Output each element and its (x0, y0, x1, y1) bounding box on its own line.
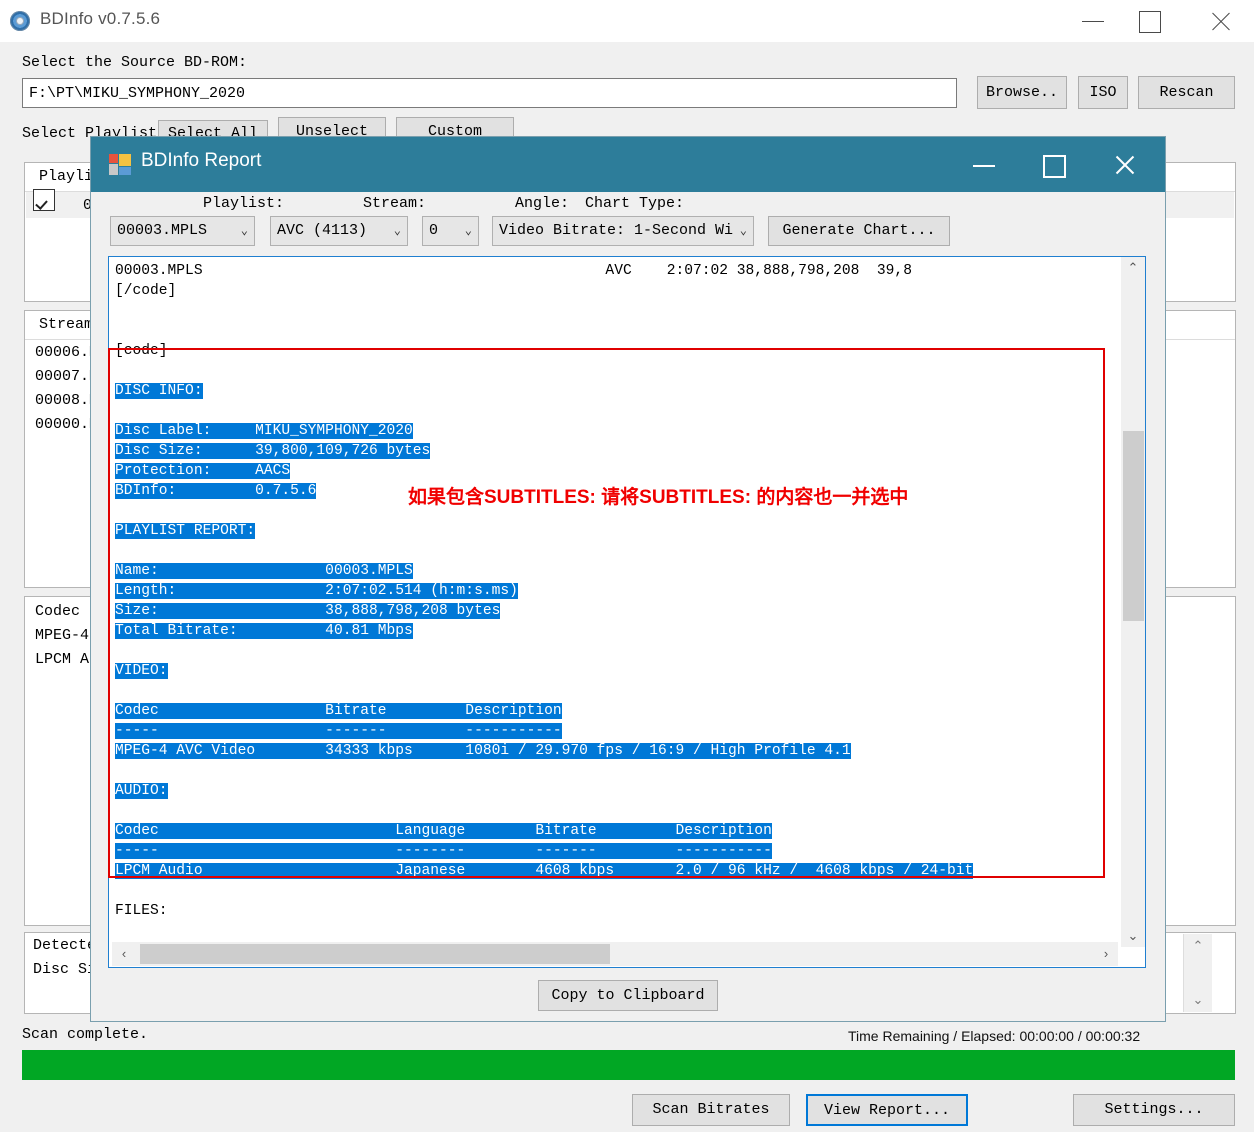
dialog-minimize-button[interactable] (949, 137, 1019, 192)
status-text: Scan complete. (22, 1026, 149, 1043)
chevron-down-icon[interactable]: ⌄ (1184, 991, 1212, 1009)
list-item[interactable]: 00006.M (35, 344, 98, 361)
dialog-maximize-button[interactable] (1019, 137, 1089, 192)
list-item[interactable]: MPEG-4 (35, 627, 89, 644)
list-item[interactable]: 00008.M (35, 392, 98, 409)
report-text-content: 00003.MPLS AVC 2:07:02 38,888,798,208 39… (115, 263, 974, 959)
list-item[interactable]: 00007.M (35, 368, 98, 385)
app-title: BDInfo v0.7.5.6 (40, 9, 161, 28)
chevron-right-icon[interactable]: › (1094, 942, 1118, 966)
progress-bar (22, 1050, 1235, 1080)
scrollbar-thumb[interactable] (140, 944, 610, 964)
chart-type-select-value: Video Bitrate: 1-Second Wi (499, 222, 734, 239)
stream-field-label: Stream: (363, 195, 427, 212)
dialog-title: BDInfo Report (141, 150, 262, 171)
main-titlebar: BDInfo v0.7.5.6 (0, 0, 1254, 42)
angle-select[interactable]: 0 ⌄ (422, 216, 479, 246)
view-report-button[interactable]: View Report... (806, 1094, 968, 1126)
chevron-down-icon: ⌄ (739, 224, 747, 238)
report-vertical-scrollbar[interactable]: ⌃ ⌄ (1121, 257, 1145, 947)
dialog-close-button[interactable] (1091, 137, 1161, 192)
report-textarea[interactable]: 00003.MPLS AVC 2:07:02 38,888,798,208 39… (108, 256, 1146, 968)
maximize-button[interactable] (1126, 0, 1172, 42)
charttype-field-label: Chart Type: (585, 195, 685, 212)
report-horizontal-scrollbar[interactable]: ‹ › (112, 942, 1118, 966)
detected-line-2: Disc Si (33, 961, 97, 978)
copy-to-clipboard-button[interactable]: Copy to Clipboard (538, 980, 718, 1011)
chart-type-select[interactable]: Video Bitrate: 1-Second Wi ⌄ (492, 216, 754, 246)
detected-scrollbar[interactable]: ⌃ ⌄ (1183, 934, 1212, 1012)
scan-bitrates-button[interactable]: Scan Bitrates (632, 1094, 790, 1126)
playlist-select-value: 00003.MPLS (117, 222, 208, 239)
browse-button[interactable]: Browse.. (977, 76, 1067, 109)
list-item[interactable]: LPCM Au (35, 651, 98, 668)
chevron-down-icon: ⌄ (393, 224, 401, 238)
chevron-down-icon: ⌄ (240, 224, 248, 238)
chevron-down-icon: ⌄ (464, 224, 472, 238)
chevron-left-icon[interactable]: ‹ (112, 942, 136, 966)
chevron-up-icon[interactable]: ⌃ (1184, 937, 1212, 955)
time-remaining-text: Time Remaining / Elapsed: 00:00:00 / 00:… (848, 1028, 1141, 1044)
streams-header-name: Stream (39, 316, 94, 333)
scrollbar-thumb[interactable] (1123, 431, 1144, 621)
detected-line-1: Detecte (33, 937, 97, 954)
playlist-select[interactable]: 00003.MPLS ⌄ (110, 216, 255, 246)
iso-button[interactable]: ISO (1078, 76, 1128, 109)
playlist-row-checkbox[interactable] (33, 189, 55, 211)
chevron-up-icon[interactable]: ⌃ (1121, 257, 1145, 279)
stream-select[interactable]: AVC (4113) ⌄ (270, 216, 408, 246)
playlist-field-label: Playlist: (203, 195, 285, 212)
report-grid-icon (109, 154, 131, 175)
source-input[interactable]: F:\PT\MIKU_SYMPHONY_2020 (22, 78, 957, 108)
dialog-titlebar: BDInfo Report (91, 137, 1165, 192)
source-label: Select the Source BD-ROM: (22, 54, 248, 71)
list-item[interactable]: 00000.M (35, 416, 98, 433)
codec-header: Codec (35, 603, 81, 620)
generate-chart-button[interactable]: Generate Chart... (768, 216, 950, 246)
close-button[interactable] (1198, 0, 1244, 42)
annotation-text: 如果包含SUBTITLES: 请将SUBTITLES: 的内容也一并选中 (408, 487, 909, 508)
disc-icon (10, 11, 30, 31)
minimize-button[interactable] (1070, 0, 1116, 42)
stream-select-value: AVC (4113) (277, 222, 368, 239)
rescan-button[interactable]: Rescan (1138, 76, 1235, 109)
settings-button[interactable]: Settings... (1073, 1094, 1235, 1126)
angle-field-label: Angle: (515, 195, 570, 212)
chevron-down-icon[interactable]: ⌄ (1121, 925, 1145, 947)
